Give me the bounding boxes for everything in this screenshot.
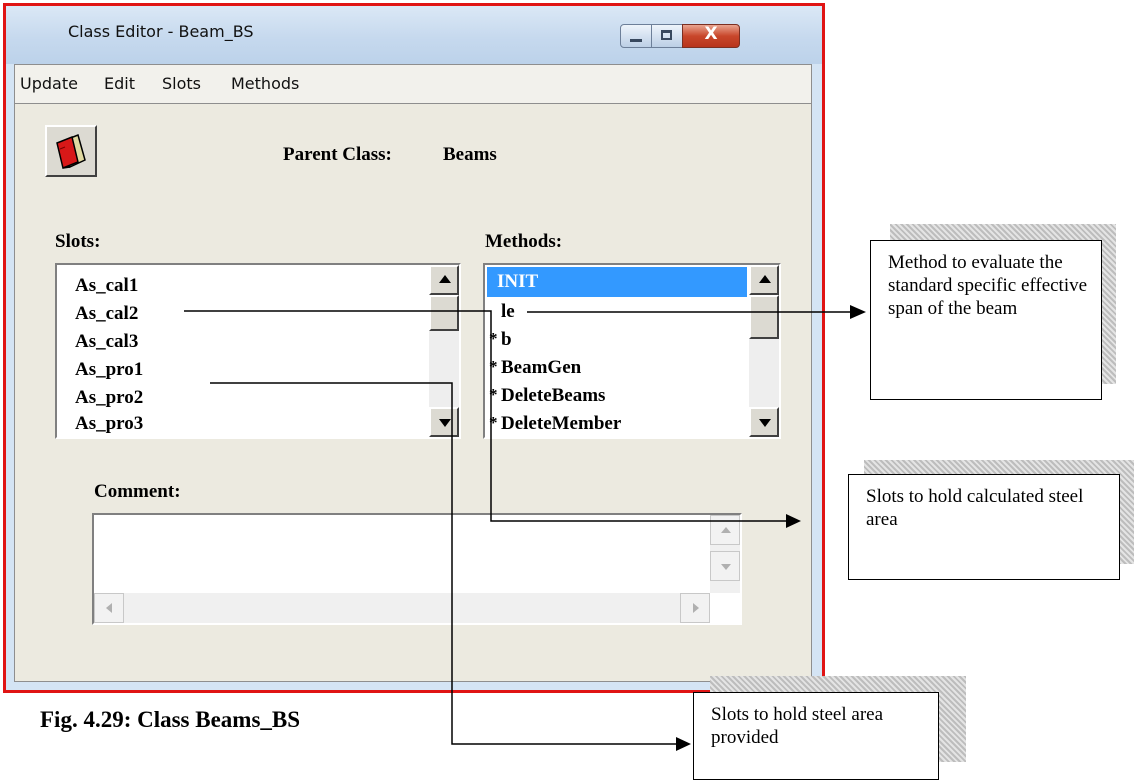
- window-client-area: Update Edit Slots Methods Parent Class: …: [14, 64, 812, 682]
- list-item[interactable]: * DeleteBeams: [485, 381, 749, 411]
- list-item[interactable]: As_cal3: [57, 327, 429, 357]
- parent-class-value: Beams: [443, 144, 497, 165]
- list-item[interactable]: As_pro1: [57, 355, 429, 385]
- scroll-right-button[interactable]: [680, 593, 710, 623]
- comment-horizontal-scrollbar[interactable]: [94, 593, 710, 623]
- scroll-down-icon: [439, 419, 451, 427]
- scroll-down-button[interactable]: [749, 407, 779, 437]
- scroll-down-icon: [759, 419, 771, 427]
- methods-scrollbar[interactable]: [749, 265, 779, 437]
- scroll-up-icon: [759, 275, 771, 283]
- scroll-down-button[interactable]: [710, 551, 740, 581]
- minimize-icon: [630, 39, 642, 42]
- slots-listbox[interactable]: As_cal1 As_cal2 As_cal3 As_pro1 As_pro2 …: [55, 263, 461, 439]
- scroll-left-icon: [106, 603, 112, 613]
- methods-listbox[interactable]: INIT le * b * BeamGen * DeleteBeams * Delete…: [483, 263, 781, 439]
- figure-caption: Fig. 4.29: Class Beams_BS: [40, 707, 301, 732]
- class-editor-window: Class Editor - Beam_BS X Update Edit Slo…: [3, 3, 825, 693]
- list-item[interactable]: As_cal2: [57, 299, 429, 329]
- menu-update[interactable]: Update: [20, 74, 78, 93]
- menu-edit[interactable]: Edit: [104, 74, 135, 93]
- list-item[interactable]: * b: [485, 325, 749, 355]
- parent-class-label: Parent Class:: [283, 144, 392, 165]
- comment-textarea[interactable]: [92, 513, 742, 625]
- menu-methods[interactable]: Methods: [231, 74, 299, 93]
- window-title: Class Editor - Beam_BS: [68, 22, 254, 41]
- list-item[interactable]: le: [485, 297, 749, 327]
- minimize-button[interactable]: [620, 24, 652, 48]
- list-item[interactable]: * DeleteMember: [485, 409, 749, 439]
- list-item[interactable]: As_cal1: [57, 271, 429, 301]
- comment-heading: Comment:: [94, 481, 181, 502]
- maximize-button[interactable]: [651, 24, 683, 48]
- callout-provided-text: Slots to hold steel area provided: [711, 704, 884, 748]
- slots-heading: Slots:: [55, 231, 101, 252]
- menu-slots[interactable]: Slots: [162, 74, 201, 93]
- scroll-thumb[interactable]: [429, 295, 459, 331]
- list-item[interactable]: * BeamGen: [485, 353, 749, 383]
- callout-method: Method to evaluate the standard specific…: [870, 240, 1102, 400]
- callout-calculated: Slots to hold calculated steel area: [848, 474, 1120, 580]
- book-button[interactable]: [45, 125, 97, 177]
- callout-provided: Slots to hold steel area provided: [693, 692, 939, 780]
- list-item[interactable]: As_pro3: [57, 409, 429, 439]
- arrowhead: [850, 305, 866, 319]
- comment-vertical-scrollbar[interactable]: [710, 515, 740, 593]
- scroll-up-icon: [439, 275, 451, 283]
- maximize-icon: [661, 30, 672, 40]
- book-icon: [56, 133, 86, 170]
- list-item[interactable]: INIT: [487, 267, 747, 297]
- methods-heading: Methods:: [485, 231, 563, 252]
- title-bar[interactable]: Class Editor - Beam_BS X: [6, 6, 822, 64]
- menu-bar: Update Edit Slots Methods: [15, 65, 811, 104]
- scroll-up-button[interactable]: [749, 265, 779, 295]
- scroll-up-button[interactable]: [429, 265, 459, 295]
- slots-scrollbar[interactable]: [429, 265, 459, 437]
- callout-method-text: Method to evaluate the standard specific…: [888, 252, 1088, 319]
- scroll-down-icon: [721, 564, 731, 570]
- scroll-up-icon: [721, 527, 731, 533]
- scroll-down-button[interactable]: [429, 407, 459, 437]
- scroll-right-icon: [693, 603, 699, 613]
- close-button[interactable]: X: [682, 24, 740, 48]
- scroll-thumb[interactable]: [749, 295, 779, 339]
- scroll-up-button[interactable]: [710, 515, 740, 545]
- arrowhead: [676, 737, 691, 751]
- close-icon: X: [704, 24, 718, 44]
- callout-calculated-text: Slots to hold calculated steel area: [866, 486, 1084, 530]
- scroll-left-button[interactable]: [94, 593, 124, 623]
